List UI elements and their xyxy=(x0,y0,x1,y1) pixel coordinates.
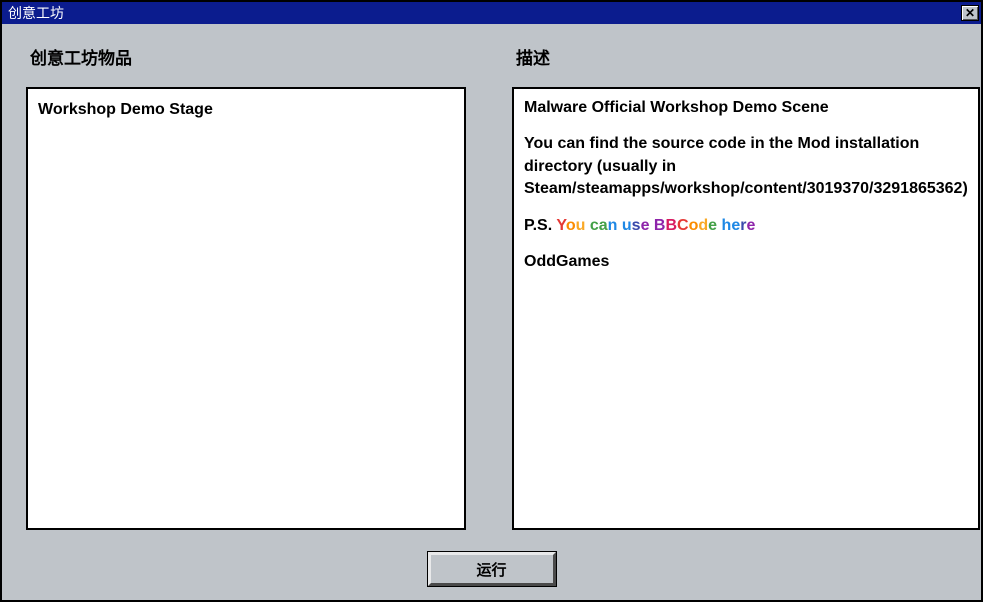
left-column: 创意工坊物品 Workshop Demo Stage xyxy=(26,44,466,530)
items-heading: 创意工坊物品 xyxy=(26,44,466,69)
description-author: OddGames xyxy=(524,251,968,273)
description-title: Malware Official Workshop Demo Scene xyxy=(524,97,968,119)
close-icon: ✕ xyxy=(965,6,975,20)
run-button[interactable]: 运行 xyxy=(428,552,556,586)
description-ps: P.S. You can use BBCode here xyxy=(524,215,968,237)
right-column: 描述 Malware Official Workshop Demo Scene … xyxy=(512,44,980,530)
items-list-panel[interactable]: Workshop Demo Stage xyxy=(26,87,466,530)
content-area: 创意工坊物品 Workshop Demo Stage 描述 Malware Of… xyxy=(2,24,981,600)
description-heading: 描述 xyxy=(512,44,980,69)
window-title: 创意工坊 xyxy=(8,3,64,23)
workshop-window: 创意工坊 ✕ 创意工坊物品 Workshop Demo Stage 描述 Mal… xyxy=(0,0,983,602)
titlebar: 创意工坊 ✕ xyxy=(2,2,981,24)
columns: 创意工坊物品 Workshop Demo Stage 描述 Malware Of… xyxy=(26,44,957,530)
ps-prefix: P.S. xyxy=(524,217,556,234)
description-body: You can find the source code in the Mod … xyxy=(524,133,968,200)
run-button-label: 运行 xyxy=(476,559,506,580)
bottom-bar: 运行 xyxy=(26,530,957,586)
close-button[interactable]: ✕ xyxy=(961,5,979,21)
list-item[interactable]: Workshop Demo Stage xyxy=(38,97,454,123)
description-panel: Malware Official Workshop Demo Scene You… xyxy=(512,87,980,530)
bbcode-rainbow-text: You can use BBCode here xyxy=(556,217,755,234)
